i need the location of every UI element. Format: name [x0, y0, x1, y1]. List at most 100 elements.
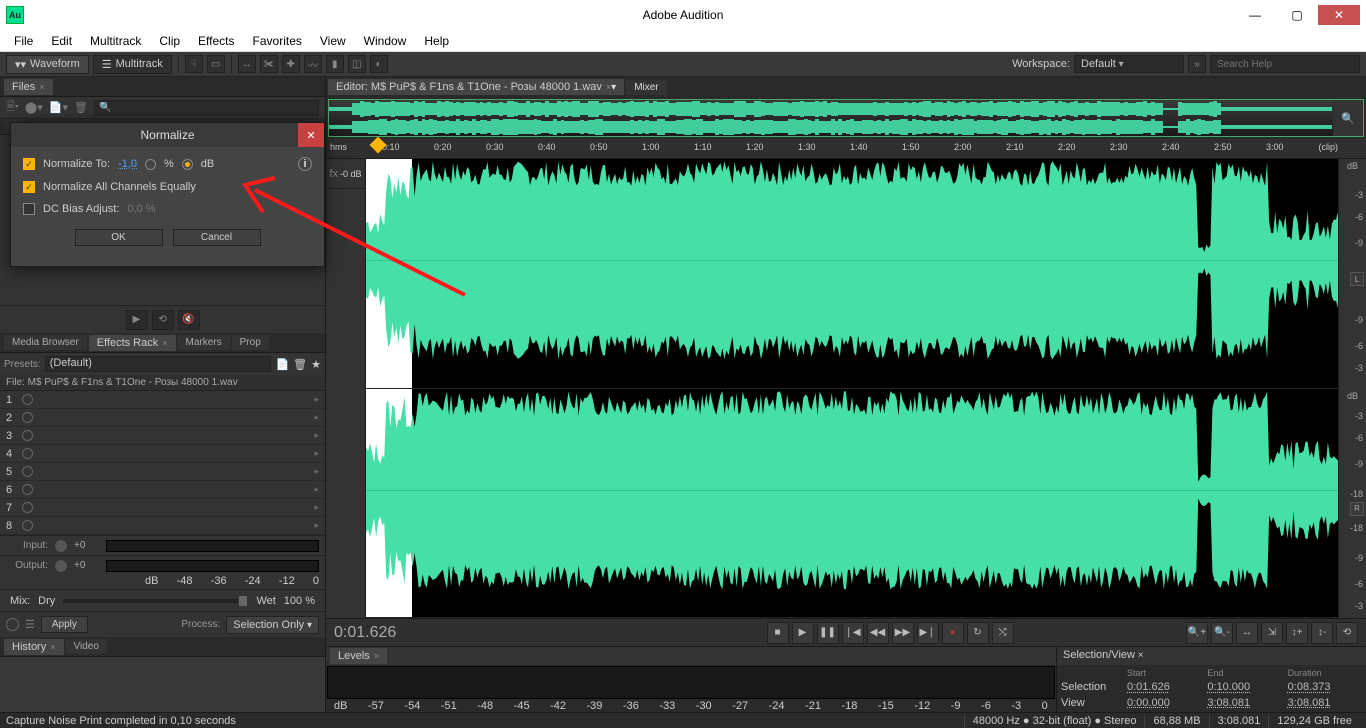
menu-view[interactable]: View	[312, 32, 354, 50]
tool-lasso-icon[interactable]: ◐	[370, 55, 388, 73]
file-import-icon[interactable]: 📄▾	[49, 101, 68, 114]
mini-autoplay-button[interactable]: 🔇	[178, 310, 200, 330]
zoom-in-v-icon[interactable]: ↕+	[1286, 622, 1308, 644]
zoom-out-icon[interactable]: 🔍-	[1211, 622, 1233, 644]
cancel-button[interactable]: Cancel	[173, 229, 261, 246]
selection-start[interactable]: 0:01.626	[1127, 681, 1201, 693]
tool-heal-icon[interactable]: ✚	[282, 55, 300, 73]
ok-button[interactable]: OK	[75, 229, 163, 246]
forward-button[interactable]: ▶▶	[892, 622, 914, 644]
power-icon[interactable]	[22, 430, 33, 441]
tab-effects-rack[interactable]: Effects Rack×	[89, 335, 176, 351]
power-icon[interactable]	[22, 412, 33, 423]
power-icon[interactable]	[22, 484, 33, 495]
tool-brush-icon[interactable]: 〰	[304, 55, 322, 73]
tool-square-icon[interactable]: ▭	[207, 55, 225, 73]
tool-select-icon[interactable]: ▮	[326, 55, 344, 73]
view-start[interactable]: 0:00.000	[1127, 697, 1201, 709]
zoom-sel-icon[interactable]: ⇲	[1261, 622, 1283, 644]
tab-markers[interactable]: Markers	[178, 335, 230, 350]
zoom-reset-icon[interactable]: ⟲	[1336, 622, 1358, 644]
skip-button[interactable]: ⤭	[992, 622, 1014, 644]
levels-tab[interactable]: Levels×	[326, 647, 1056, 665]
unit-db-radio[interactable]	[182, 159, 193, 170]
tool-hand-icon[interactable]: ☟	[185, 55, 203, 73]
effect-slot[interactable]: 2▸	[0, 409, 325, 427]
selection-duration[interactable]: 0:08.373	[1288, 681, 1362, 693]
file-record-icon[interactable]: ⬤▾	[25, 101, 43, 114]
search-help-input[interactable]	[1210, 55, 1360, 73]
mix-slider[interactable]	[63, 599, 248, 603]
files-filter-input[interactable]	[94, 100, 319, 116]
preset-save-icon[interactable]: 📄	[275, 358, 289, 371]
loop-button[interactable]: ↻	[967, 622, 989, 644]
preset-delete-icon[interactable]: 🗑	[293, 358, 307, 371]
menu-favorites[interactable]: Favorites	[245, 32, 310, 50]
power-icon[interactable]	[22, 502, 33, 513]
timeline-ruler[interactable]: hms0:100:200:300:400:501:001:101:201:301…	[326, 139, 1366, 159]
mini-play-button[interactable]: ▶	[126, 310, 148, 330]
tab-media-browser[interactable]: Media Browser	[4, 335, 87, 350]
menu-help[interactable]: Help	[416, 32, 457, 50]
tab-mixer[interactable]: Mixer	[626, 80, 666, 95]
selection-view-tab[interactable]: Selection/View ×	[1057, 647, 1366, 665]
view-duration[interactable]: 3:08.081	[1288, 697, 1362, 709]
maximize-button[interactable]: ▢	[1276, 5, 1318, 25]
file-open-icon[interactable]: 🗎▾	[6, 98, 19, 117]
record-button[interactable]: ●	[942, 622, 964, 644]
effect-slot[interactable]: 4▸	[0, 445, 325, 463]
presets-dropdown[interactable]: (Default)	[45, 356, 272, 372]
zoom-tools-icon[interactable]: 🔍	[1333, 100, 1363, 136]
tab-properties[interactable]: Prop	[232, 335, 269, 350]
workspace-menu-icon[interactable]: »	[1188, 55, 1206, 73]
rack-view-icon[interactable]: ☰	[25, 618, 35, 631]
dialog-close-button[interactable]: ✕	[298, 123, 324, 147]
view-multitrack-button[interactable]: ☰Multitrack	[93, 55, 172, 74]
tool-cut-icon[interactable]: ✀	[260, 55, 278, 73]
menu-window[interactable]: Window	[356, 32, 415, 50]
zoom-in-icon[interactable]: 🔍+	[1186, 622, 1208, 644]
process-dropdown[interactable]: Selection Only ▾	[226, 616, 319, 634]
menu-file[interactable]: File	[6, 32, 41, 50]
effect-slot[interactable]: 7▸	[0, 499, 325, 517]
all-channels-checkbox[interactable]: ✓	[23, 181, 35, 193]
menu-edit[interactable]: Edit	[43, 32, 80, 50]
close-button[interactable]: ✕	[1318, 5, 1360, 25]
workspace-dropdown[interactable]: Default ▾	[1074, 55, 1184, 73]
menu-multitrack[interactable]: Multitrack	[82, 32, 149, 50]
effect-slot[interactable]: 8▸	[0, 517, 325, 535]
stop-button[interactable]: ■	[767, 622, 789, 644]
effect-slot[interactable]: 5▸	[0, 463, 325, 481]
file-delete-icon[interactable]: 🗑	[74, 101, 88, 114]
dc-bias-checkbox[interactable]	[23, 203, 35, 215]
rewind-button[interactable]: ◀◀	[867, 622, 889, 644]
effect-slot[interactable]: 3▸	[0, 427, 325, 445]
tab-files[interactable]: Files×	[4, 79, 53, 95]
zoom-full-icon[interactable]: ↔	[1236, 622, 1258, 644]
go-start-button[interactable]: ❘◀	[842, 622, 864, 644]
preset-favorite-icon[interactable]: ★	[311, 358, 321, 371]
view-end[interactable]: 3:08.081	[1207, 697, 1281, 709]
view-waveform-button[interactable]: ▾▾Waveform	[6, 55, 89, 74]
unit-percent-radio[interactable]	[145, 159, 156, 170]
pause-button[interactable]: ❚❚	[817, 622, 839, 644]
tool-marquee-icon[interactable]: ◫	[348, 55, 366, 73]
go-end-button[interactable]: ▶❘	[917, 622, 939, 644]
zoom-out-v-icon[interactable]: ↕-	[1311, 622, 1333, 644]
normalize-value[interactable]: -1,0	[118, 158, 137, 170]
selection-end[interactable]: 0:10.000	[1207, 681, 1281, 693]
dialog-titlebar[interactable]: Normalize ✕	[11, 123, 324, 147]
rack-power-icon[interactable]	[6, 618, 19, 631]
waveform-track[interactable]	[366, 159, 1338, 618]
effect-slot[interactable]: 1▸	[0, 391, 325, 409]
power-icon[interactable]	[22, 448, 33, 459]
menu-effects[interactable]: Effects	[190, 32, 242, 50]
mini-loop-button[interactable]: ⟲	[152, 310, 174, 330]
output-knob[interactable]	[54, 559, 68, 573]
tab-video[interactable]: Video	[66, 639, 107, 654]
tab-editor[interactable]: Editor: M$ PuP$ & F1ns & T1One - Розы 48…	[328, 79, 624, 95]
effect-slot[interactable]: 6▸	[0, 481, 325, 499]
play-button[interactable]: ▶	[792, 622, 814, 644]
menu-clip[interactable]: Clip	[151, 32, 188, 50]
power-icon[interactable]	[22, 394, 33, 405]
